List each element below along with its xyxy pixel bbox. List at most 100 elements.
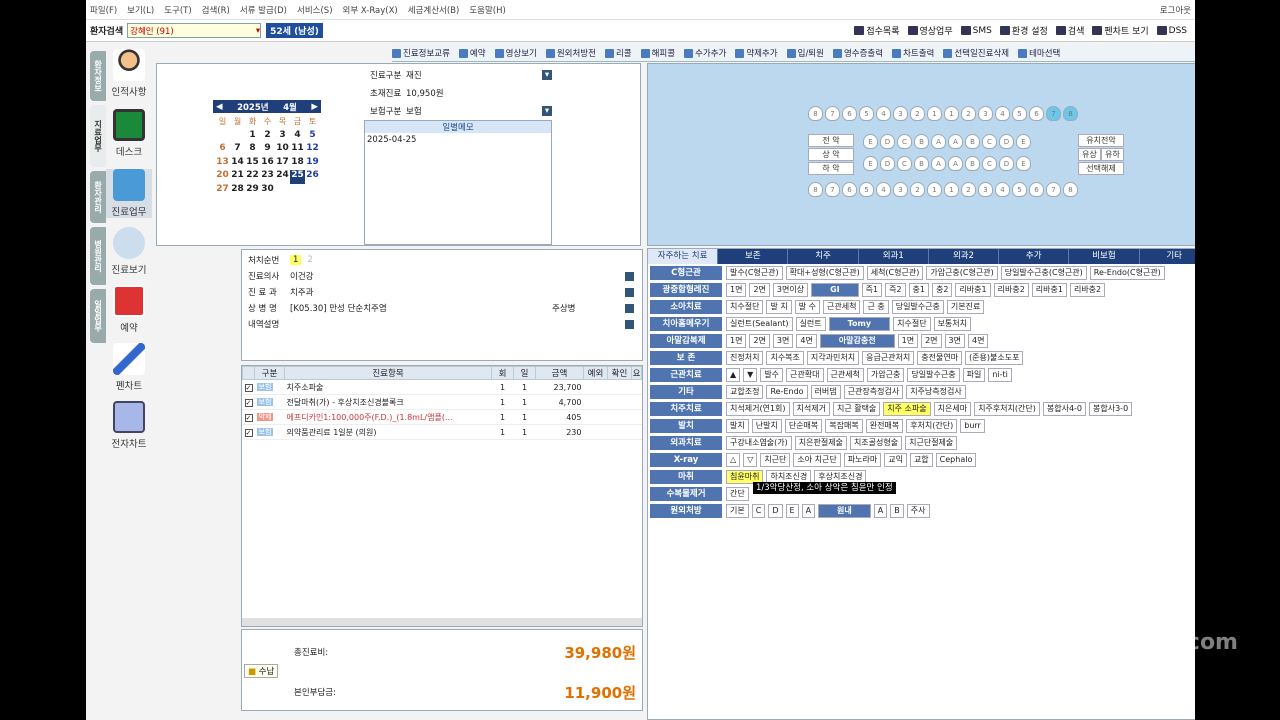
table-row[interactable]: ✓ 보험 의약품관리료 1일분 (의원) 1 1 230 [242, 424, 642, 440]
side-view[interactable]: 진료보기 [106, 227, 152, 276]
category-tab[interactable]: 외과1 [859, 249, 929, 264]
procedure-button[interactable]: 실런트(Sealant) [726, 316, 793, 331]
seq-1[interactable]: 1 [290, 255, 302, 265]
tool-image-view[interactable]: 영상보기 [494, 47, 537, 59]
sidetab-patient[interactable]: 환자정보 [90, 51, 106, 101]
procedure-button[interactable]: 발수(C형근관) [726, 265, 783, 280]
tool-add-fee[interactable]: 수가추가 [684, 47, 726, 59]
calendar-day[interactable]: 19 [305, 157, 320, 171]
procedure-button[interactable]: 발치 [726, 418, 749, 433]
sidetab-treatment[interactable]: 지료업무 [90, 105, 106, 167]
procedure-button[interactable]: 교합조정 [726, 384, 764, 399]
calendar-day[interactable]: 13 [215, 157, 230, 171]
side-treatment[interactable]: 진료업무 [106, 169, 152, 218]
tooth[interactable]: 6 [842, 106, 857, 121]
tooth[interactable]: 1 [944, 182, 959, 197]
procedure-button[interactable]: 1면 [726, 333, 747, 348]
procedure-button[interactable]: 치수절단 [893, 316, 931, 331]
calendar-day[interactable]: 18 [290, 157, 305, 171]
tool-theme[interactable]: 테마선택 [1018, 47, 1060, 59]
menu-file[interactable]: 파일(F) [90, 4, 117, 16]
btn-lower-arch[interactable]: 하 악 [808, 162, 854, 175]
tooth[interactable]: 4 [876, 106, 891, 121]
insurance-value[interactable]: 보험 [406, 105, 542, 117]
tooth[interactable]: 3 [978, 106, 993, 121]
procedure-button[interactable]: 진정처치 [726, 350, 764, 365]
dept-value[interactable]: 치주과 [290, 286, 313, 298]
link-dss[interactable]: DSS [1156, 24, 1187, 37]
procedure-button[interactable]: 소아 치근단 [793, 452, 841, 467]
link-imaging[interactable]: 영상업무 [907, 24, 953, 37]
tooth[interactable]: 6 [1029, 106, 1044, 121]
menu-service[interactable]: 서비스(S) [297, 4, 333, 16]
procedure-button[interactable]: 교합 [909, 452, 933, 467]
procedure-button[interactable]: 2면 [921, 333, 942, 348]
calendar-day[interactable] [275, 184, 290, 198]
tooth[interactable]: B [965, 156, 980, 171]
procedure-button[interactable]: 치근 활택술 [832, 401, 881, 416]
calendar-day[interactable]: 9 [260, 143, 275, 157]
menu-help[interactable]: 도움말(H) [469, 4, 505, 16]
procedure-button[interactable]: Re-Endo(C형근관) [1089, 265, 1165, 280]
menu-search[interactable]: 검색(R) [202, 4, 230, 16]
procedure-button[interactable]: 치수절단 [726, 299, 764, 314]
col-times[interactable]: 회 [491, 366, 514, 380]
procedure-button[interactable]: 파노라마 [843, 452, 882, 467]
chevron-down-icon[interactable] [625, 303, 634, 313]
procedure-button[interactable]: E [785, 503, 799, 518]
calendar-day[interactable]: 6 [215, 143, 230, 157]
procedure-button[interactable]: A [873, 503, 888, 518]
tooth[interactable]: 5 [1012, 106, 1027, 121]
procedure-button[interactable]: 완전매복 [865, 418, 904, 433]
procedure-button[interactable]: 기본 [726, 503, 749, 518]
tooth[interactable]: 7 [1046, 182, 1061, 197]
procedure-button[interactable]: 근관확대 [786, 367, 824, 382]
menu-view[interactable]: 보기(L) [127, 4, 154, 16]
procedure-button[interactable]: 교익 [884, 452, 907, 467]
tooth[interactable]: 6 [842, 182, 857, 197]
calendar-day[interactable]: 12 [305, 143, 320, 157]
calendar-day[interactable]: 22 [245, 170, 260, 184]
procedure-button[interactable]: 4면 [967, 333, 989, 348]
calendar-day[interactable] [305, 184, 320, 198]
tooth[interactable]: E [1016, 156, 1031, 171]
procedure-button[interactable]: 구강내소염술(가) [726, 435, 792, 450]
procedure-button[interactable]: ni-ti [988, 367, 1012, 382]
prev-month-icon[interactable]: ◀ [216, 102, 223, 112]
procedure-button[interactable]: 리바충2 [993, 282, 1029, 297]
calendar-day[interactable]: 4 [290, 130, 305, 144]
procedure-button[interactable]: Tomy [828, 316, 891, 331]
calendar-day[interactable]: 17 [275, 157, 290, 171]
sidetab-patient-mgmt[interactable]: 환자관리 [90, 171, 106, 223]
calendar-day[interactable]: 2 [260, 130, 275, 144]
tooth[interactable]: 2 [910, 182, 925, 197]
row-checkbox[interactable]: ✓ [242, 424, 255, 440]
row-checkbox[interactable]: ✓ [242, 409, 255, 425]
tool-receipt[interactable]: 영수증출력 [832, 47, 883, 59]
procedure-button[interactable]: 아말감충전 [819, 333, 895, 348]
tool-add-drug[interactable]: 약제추가 [735, 47, 778, 59]
procedure-button[interactable]: 충1 [908, 282, 929, 297]
procedure-button[interactable]: 단순매복 [784, 418, 823, 433]
tooth[interactable]: 3 [978, 182, 993, 197]
tool-admission[interactable]: 입/퇴원 [786, 47, 824, 59]
procedure-button[interactable]: (준용)불소도포 [965, 350, 1024, 365]
btn-upper-arch[interactable]: 상 악 [808, 148, 854, 161]
side-personal[interactable]: 인적사항 [106, 49, 152, 98]
side-desk[interactable]: 데스크 [106, 109, 152, 158]
tooth[interactable]: E [863, 156, 878, 171]
calendar-day[interactable]: 8 [245, 143, 260, 157]
col-confirm[interactable]: 확인 [607, 366, 632, 380]
procedure-button[interactable]: 후처치(간단) [906, 418, 958, 433]
tooth[interactable]: C [897, 134, 912, 149]
chevron-down-icon[interactable] [625, 271, 634, 281]
procedure-button[interactable]: 1면 [726, 282, 747, 297]
calendar-day[interactable]: 20 [215, 170, 230, 184]
procedure-button[interactable]: 치은판절제술 [794, 435, 847, 450]
tooth[interactable]: B [914, 134, 929, 149]
btn-full-arch[interactable]: 전 악 [808, 134, 854, 147]
menu-tax[interactable]: 세금계산서(B) [408, 4, 460, 16]
procedure-button[interactable]: 2면 [749, 333, 770, 348]
tooth[interactable]: A [948, 134, 963, 149]
tooth[interactable]: A [948, 156, 963, 171]
